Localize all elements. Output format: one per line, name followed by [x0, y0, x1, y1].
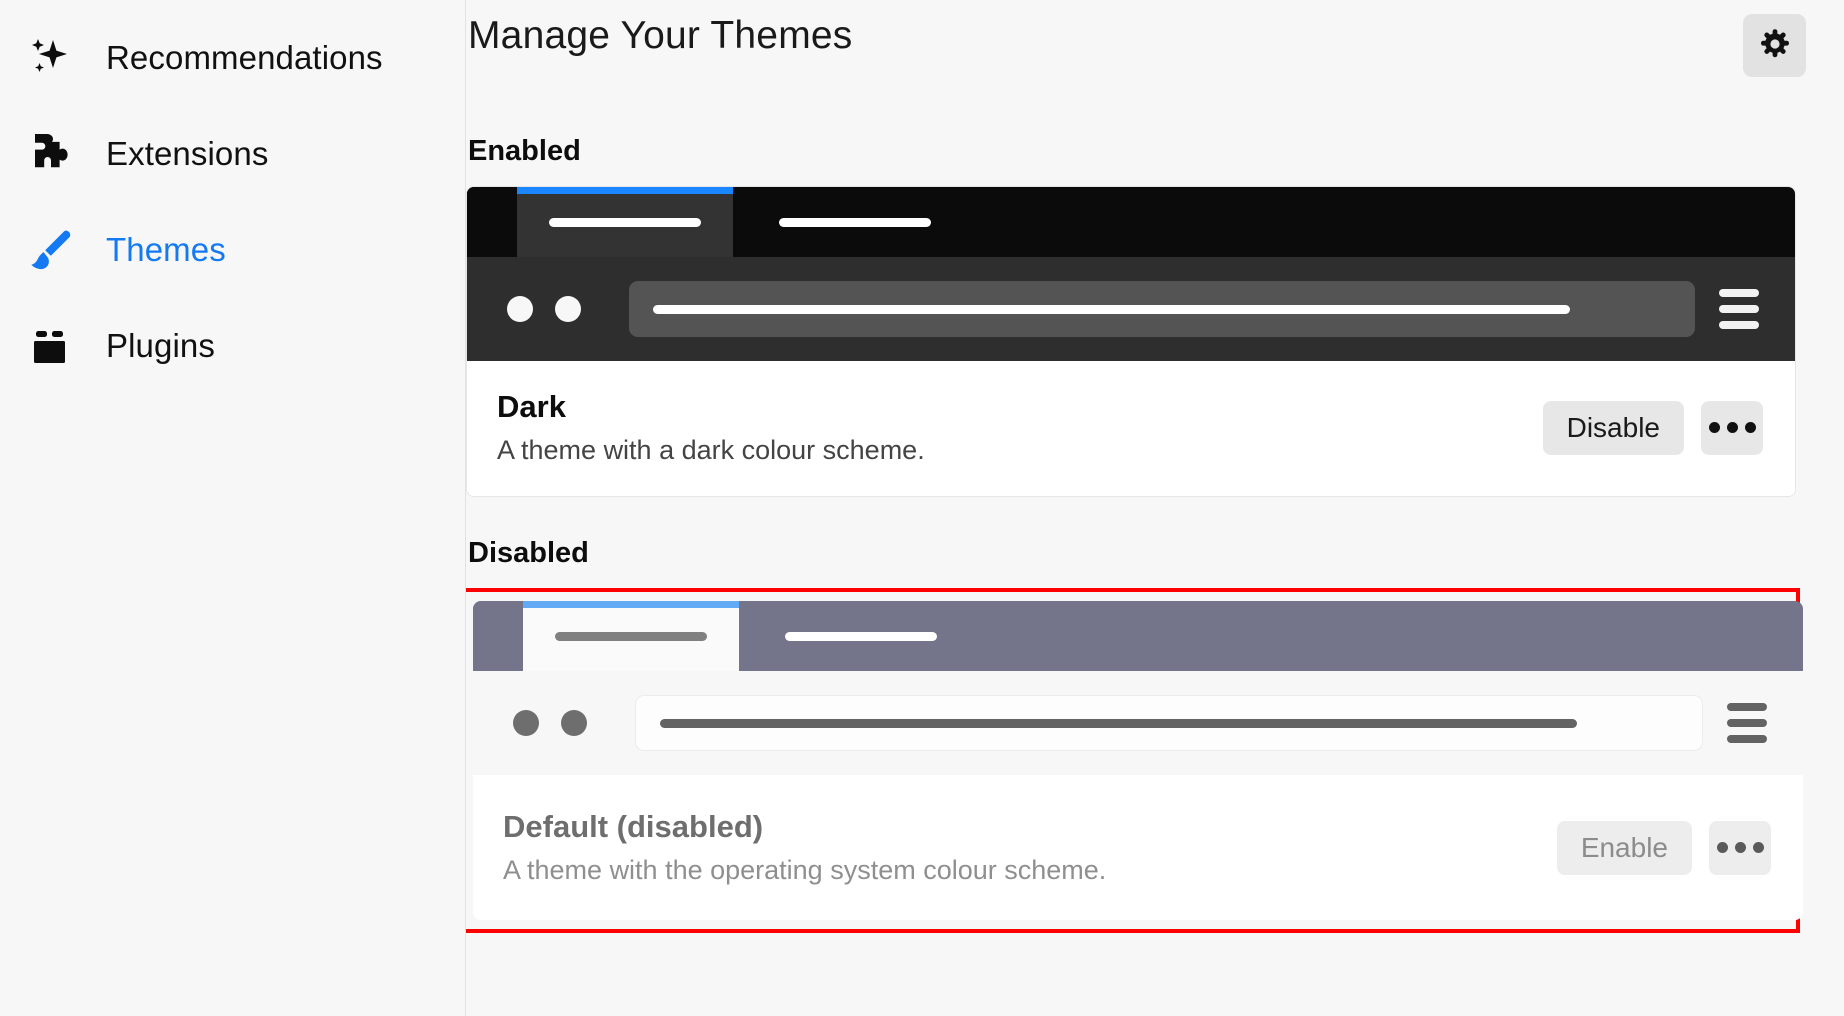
- preview-urlbar: [635, 695, 1703, 751]
- ellipsis-icon: [1716, 842, 1728, 853]
- theme-actions: Disable: [1542, 400, 1763, 455]
- preview-urlbar-line: [660, 718, 1577, 728]
- theme-info-text: Default (disabled) A theme with the oper…: [503, 809, 1106, 886]
- preview-inactive-tab: [739, 601, 1803, 671]
- section-title-disabled: Disabled: [468, 537, 589, 569]
- sidebar-item-recommendations[interactable]: Recommendations: [0, 10, 465, 106]
- sidebar-item-plugins[interactable]: Plugins: [0, 298, 465, 394]
- theme-card-disabled-wrapper: Default (disabled) A theme with the oper…: [466, 588, 1803, 933]
- sidebar-item-label: Extensions: [106, 135, 269, 172]
- preview-toolbar: [467, 257, 1795, 361]
- paintbrush-icon: [24, 223, 78, 277]
- hamburger-menu-icon: [1725, 703, 1769, 743]
- preview-tab-title-line: [785, 631, 937, 641]
- preview-nav-dot: [561, 710, 587, 736]
- preview-tabbar-left-block: [467, 187, 517, 257]
- theme-card-default[interactable]: Default (disabled) A theme with the oper…: [473, 601, 1803, 920]
- preview-accent-bar: [523, 601, 739, 608]
- themes-manager-page: Recommendations Extensions Themes Plugin…: [0, 0, 1844, 1016]
- main-content: Manage Your Themes Enabled Dark A theme …: [466, 0, 1844, 1016]
- preview-tabbar: [467, 187, 1795, 257]
- ellipsis-icon: [1744, 422, 1756, 433]
- sidebar: Recommendations Extensions Themes Plugin…: [0, 0, 466, 1016]
- preview-toolbar: [473, 671, 1803, 775]
- preview-tab-title-line: [555, 631, 707, 641]
- ellipsis-icon: [1734, 842, 1746, 853]
- theme-more-options-button[interactable]: [1701, 400, 1763, 455]
- sidebar-item-extensions[interactable]: Extensions: [0, 106, 465, 202]
- theme-info-row: Default (disabled) A theme with the oper…: [473, 775, 1803, 920]
- theme-description: A theme with the operating system colour…: [503, 855, 1107, 885]
- theme-name: Dark: [497, 389, 566, 424]
- theme-preview-default: [473, 601, 1803, 775]
- settings-button[interactable]: [1743, 14, 1806, 77]
- theme-info-text: Dark A theme with a dark colour scheme.: [497, 389, 925, 466]
- ellipsis-icon: [1708, 422, 1720, 433]
- preview-tab-title-line: [779, 217, 931, 227]
- preview-nav-dot: [507, 296, 533, 322]
- preview-nav-dot: [513, 710, 539, 736]
- ellipsis-icon: [1726, 422, 1738, 433]
- section-title-enabled: Enabled: [468, 135, 581, 167]
- ellipsis-icon: [1752, 842, 1764, 853]
- preview-inactive-tab: [733, 187, 1795, 257]
- theme-card-dark[interactable]: Dark A theme with a dark colour scheme. …: [466, 186, 1796, 497]
- preview-tab-title-line: [549, 217, 701, 227]
- theme-name: Default (disabled): [503, 809, 764, 844]
- sidebar-item-themes[interactable]: Themes: [0, 202, 465, 298]
- sparkle-icon: [24, 31, 78, 85]
- preview-tabbar: [473, 601, 1803, 671]
- preview-active-tab: [523, 601, 739, 671]
- page-header: Manage Your Themes: [466, 0, 1806, 77]
- preview-accent-bar: [517, 187, 733, 194]
- theme-info-row: Dark A theme with a dark colour scheme. …: [467, 361, 1795, 496]
- sidebar-item-label: Recommendations: [106, 39, 383, 76]
- page-title: Manage Your Themes: [468, 14, 853, 57]
- enable-theme-button[interactable]: Enable: [1556, 820, 1692, 875]
- sidebar-item-label: Themes: [106, 231, 226, 268]
- theme-card-enabled-wrapper: Dark A theme with a dark colour scheme. …: [466, 186, 1796, 497]
- puzzle-piece-icon: [24, 127, 78, 181]
- hamburger-menu-icon: [1717, 289, 1761, 329]
- theme-preview-dark: [467, 187, 1795, 361]
- sidebar-item-label: Plugins: [106, 327, 215, 364]
- preview-urlbar-line: [653, 304, 1570, 314]
- preview-nav-dot: [555, 296, 581, 322]
- plugin-box-icon: [24, 319, 78, 373]
- theme-description: A theme with a dark colour scheme.: [497, 435, 925, 465]
- theme-actions: Enable: [1556, 820, 1771, 875]
- gear-icon: [1756, 25, 1794, 66]
- preview-tabbar-left-block: [473, 601, 523, 671]
- theme-more-options-button[interactable]: [1709, 820, 1771, 875]
- disable-theme-button[interactable]: Disable: [1542, 400, 1684, 455]
- preview-active-tab: [517, 187, 733, 257]
- preview-urlbar: [629, 281, 1695, 337]
